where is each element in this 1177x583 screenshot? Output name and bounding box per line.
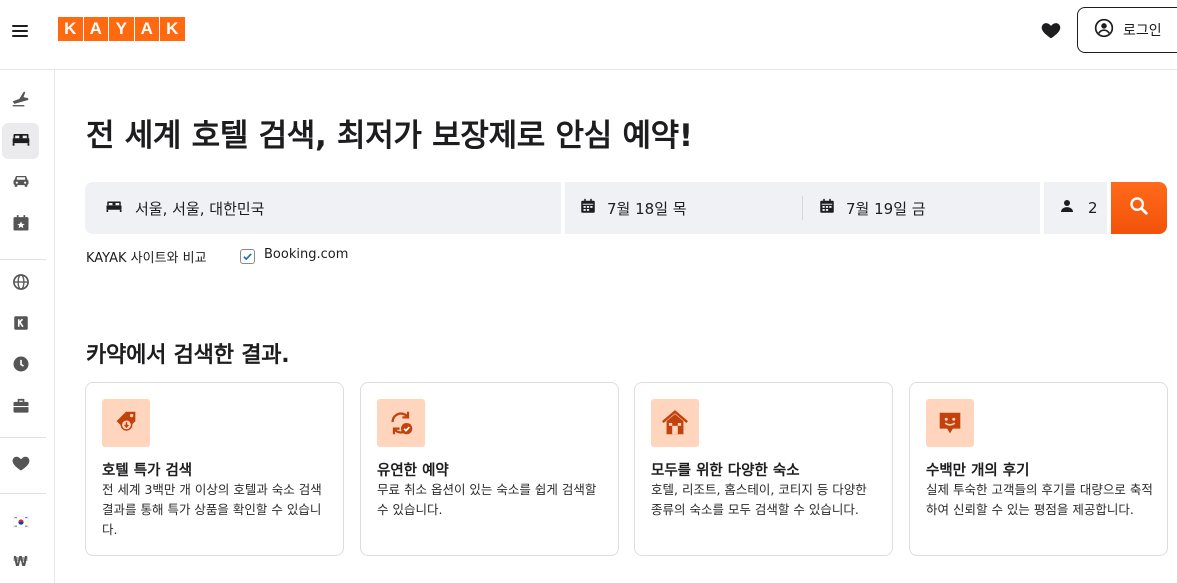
menu-icon[interactable]	[10, 20, 32, 42]
sidebar-item-trips[interactable]	[2, 348, 39, 384]
heart-icon[interactable]	[1040, 19, 1062, 41]
compare-label: KAYAK 사이트와 비교	[86, 251, 207, 266]
sidebar-divider	[0, 493, 46, 494]
feature-description: 실제 투숙한 고객들의 후기를 대량으로 축적하여 신뢰할 수 있는 평점을 제…	[926, 482, 1153, 517]
login-label: 로그인	[1123, 23, 1162, 39]
house-icon	[651, 399, 699, 447]
sidebar-item-explore[interactable]	[2, 266, 39, 302]
date-divider	[802, 196, 803, 220]
logo-letter: K	[58, 17, 83, 41]
guests-value: 2	[1088, 199, 1098, 217]
sidebar-nav: ₩	[0, 70, 55, 583]
feature-card[interactable]: 수백만 개의 후기 실제 투숙한 고객들의 후기를 대량으로 축적하여 신뢰할 …	[909, 382, 1168, 556]
sidebar-divider	[0, 437, 46, 438]
feature-card[interactable]: 모두를 위한 다양한 숙소 호텔, 리조트, 홈스테이, 코티지 등 다양한 종…	[634, 382, 893, 556]
sidebar-divider	[0, 259, 46, 260]
refresh-check-icon	[377, 399, 425, 447]
car-icon	[11, 171, 31, 195]
plane-icon	[11, 88, 31, 112]
sidebar-item-saved[interactable]	[2, 447, 39, 483]
feature-title: 호텔 특가 검색	[102, 463, 193, 479]
currency-symbol: ₩	[13, 554, 28, 570]
sidebar-item-flights[interactable]	[2, 82, 39, 118]
clock-icon	[11, 354, 31, 378]
feature-title: 수백만 개의 후기	[926, 463, 1030, 479]
search-icon	[1128, 195, 1150, 221]
calendar-icon	[579, 197, 597, 219]
bed-icon	[11, 129, 31, 153]
logo-letter: A	[134, 17, 159, 41]
briefcase-icon	[11, 396, 31, 420]
kayak-logo[interactable]: K A Y A K	[58, 17, 185, 41]
checkin-value: 7월 18일 목	[607, 199, 687, 218]
sidebar-item-kayak[interactable]	[2, 307, 39, 343]
bed-icon	[105, 197, 123, 219]
sidebar-item-cars[interactable]	[2, 165, 39, 201]
top-header: K A Y A K 로그인	[0, 0, 1177, 70]
dates-field: 7월 18일 목 7월 19일 금	[565, 182, 1040, 234]
check-icon	[242, 247, 253, 266]
destination-value: 서울, 서울, 대한민국	[135, 199, 265, 218]
page-title: 전 세계 호텔 검색, 최저가 보장제로 안심 예약!	[86, 118, 693, 154]
booking-checkbox[interactable]	[240, 249, 255, 264]
sidebar-item-packages[interactable]	[2, 207, 39, 243]
feature-title: 모두를 위한 다양한 숙소	[651, 463, 800, 479]
section-title: 카약에서 검색한 결과.	[86, 343, 290, 368]
booking-checkbox-label[interactable]: Booking.com	[264, 247, 348, 262]
sidebar-item-language[interactable]	[2, 504, 39, 540]
calendar-star-icon	[11, 213, 31, 237]
checkout-value: 7월 19일 금	[846, 199, 926, 218]
logo-letter: Y	[109, 17, 134, 41]
sidebar-item-stays[interactable]	[2, 123, 39, 159]
guests-field[interactable]: 2	[1044, 182, 1107, 234]
checkout-date-field[interactable]: 7월 19일 금	[818, 182, 926, 234]
feature-title: 유연한 예약	[377, 463, 449, 479]
k-logo-icon	[12, 314, 30, 336]
login-button[interactable]: 로그인	[1077, 7, 1177, 53]
review-chat-icon	[926, 399, 974, 447]
calendar-icon	[818, 197, 836, 219]
feature-description: 호텔, 리조트, 홈스테이, 코티지 등 다양한 종류의 숙소를 모두 검색할 …	[651, 482, 867, 517]
user-circle-icon	[1094, 18, 1114, 42]
checkin-date-field[interactable]: 7월 18일 목	[579, 182, 687, 234]
sidebar-item-currency[interactable]: ₩	[2, 544, 39, 580]
person-icon	[1058, 197, 1076, 219]
price-tag-icon	[102, 399, 150, 447]
feature-card[interactable]: 유연한 예약 무료 취소 옵션이 있는 숙소를 쉽게 검색할 수 있습니다.	[360, 382, 619, 556]
korea-flag-icon	[12, 513, 29, 532]
globe-icon	[11, 272, 31, 296]
feature-card[interactable]: 호텔 특가 검색 전 세계 3백만 개 이상의 호텔과 숙소 검색 결과를 통해…	[85, 382, 344, 556]
search-button[interactable]	[1111, 182, 1167, 234]
destination-field[interactable]: 서울, 서울, 대한민국	[85, 182, 561, 234]
feature-description: 전 세계 3백만 개 이상의 호텔과 숙소 검색 결과를 통해 특가 상품을 확…	[102, 482, 322, 537]
logo-letter: A	[83, 17, 108, 41]
sidebar-item-business[interactable]	[2, 390, 39, 426]
logo-letter: K	[160, 17, 185, 41]
heart-icon	[11, 453, 31, 477]
feature-description: 무료 취소 옵션이 있는 숙소를 쉽게 검색할 수 있습니다.	[377, 482, 597, 517]
